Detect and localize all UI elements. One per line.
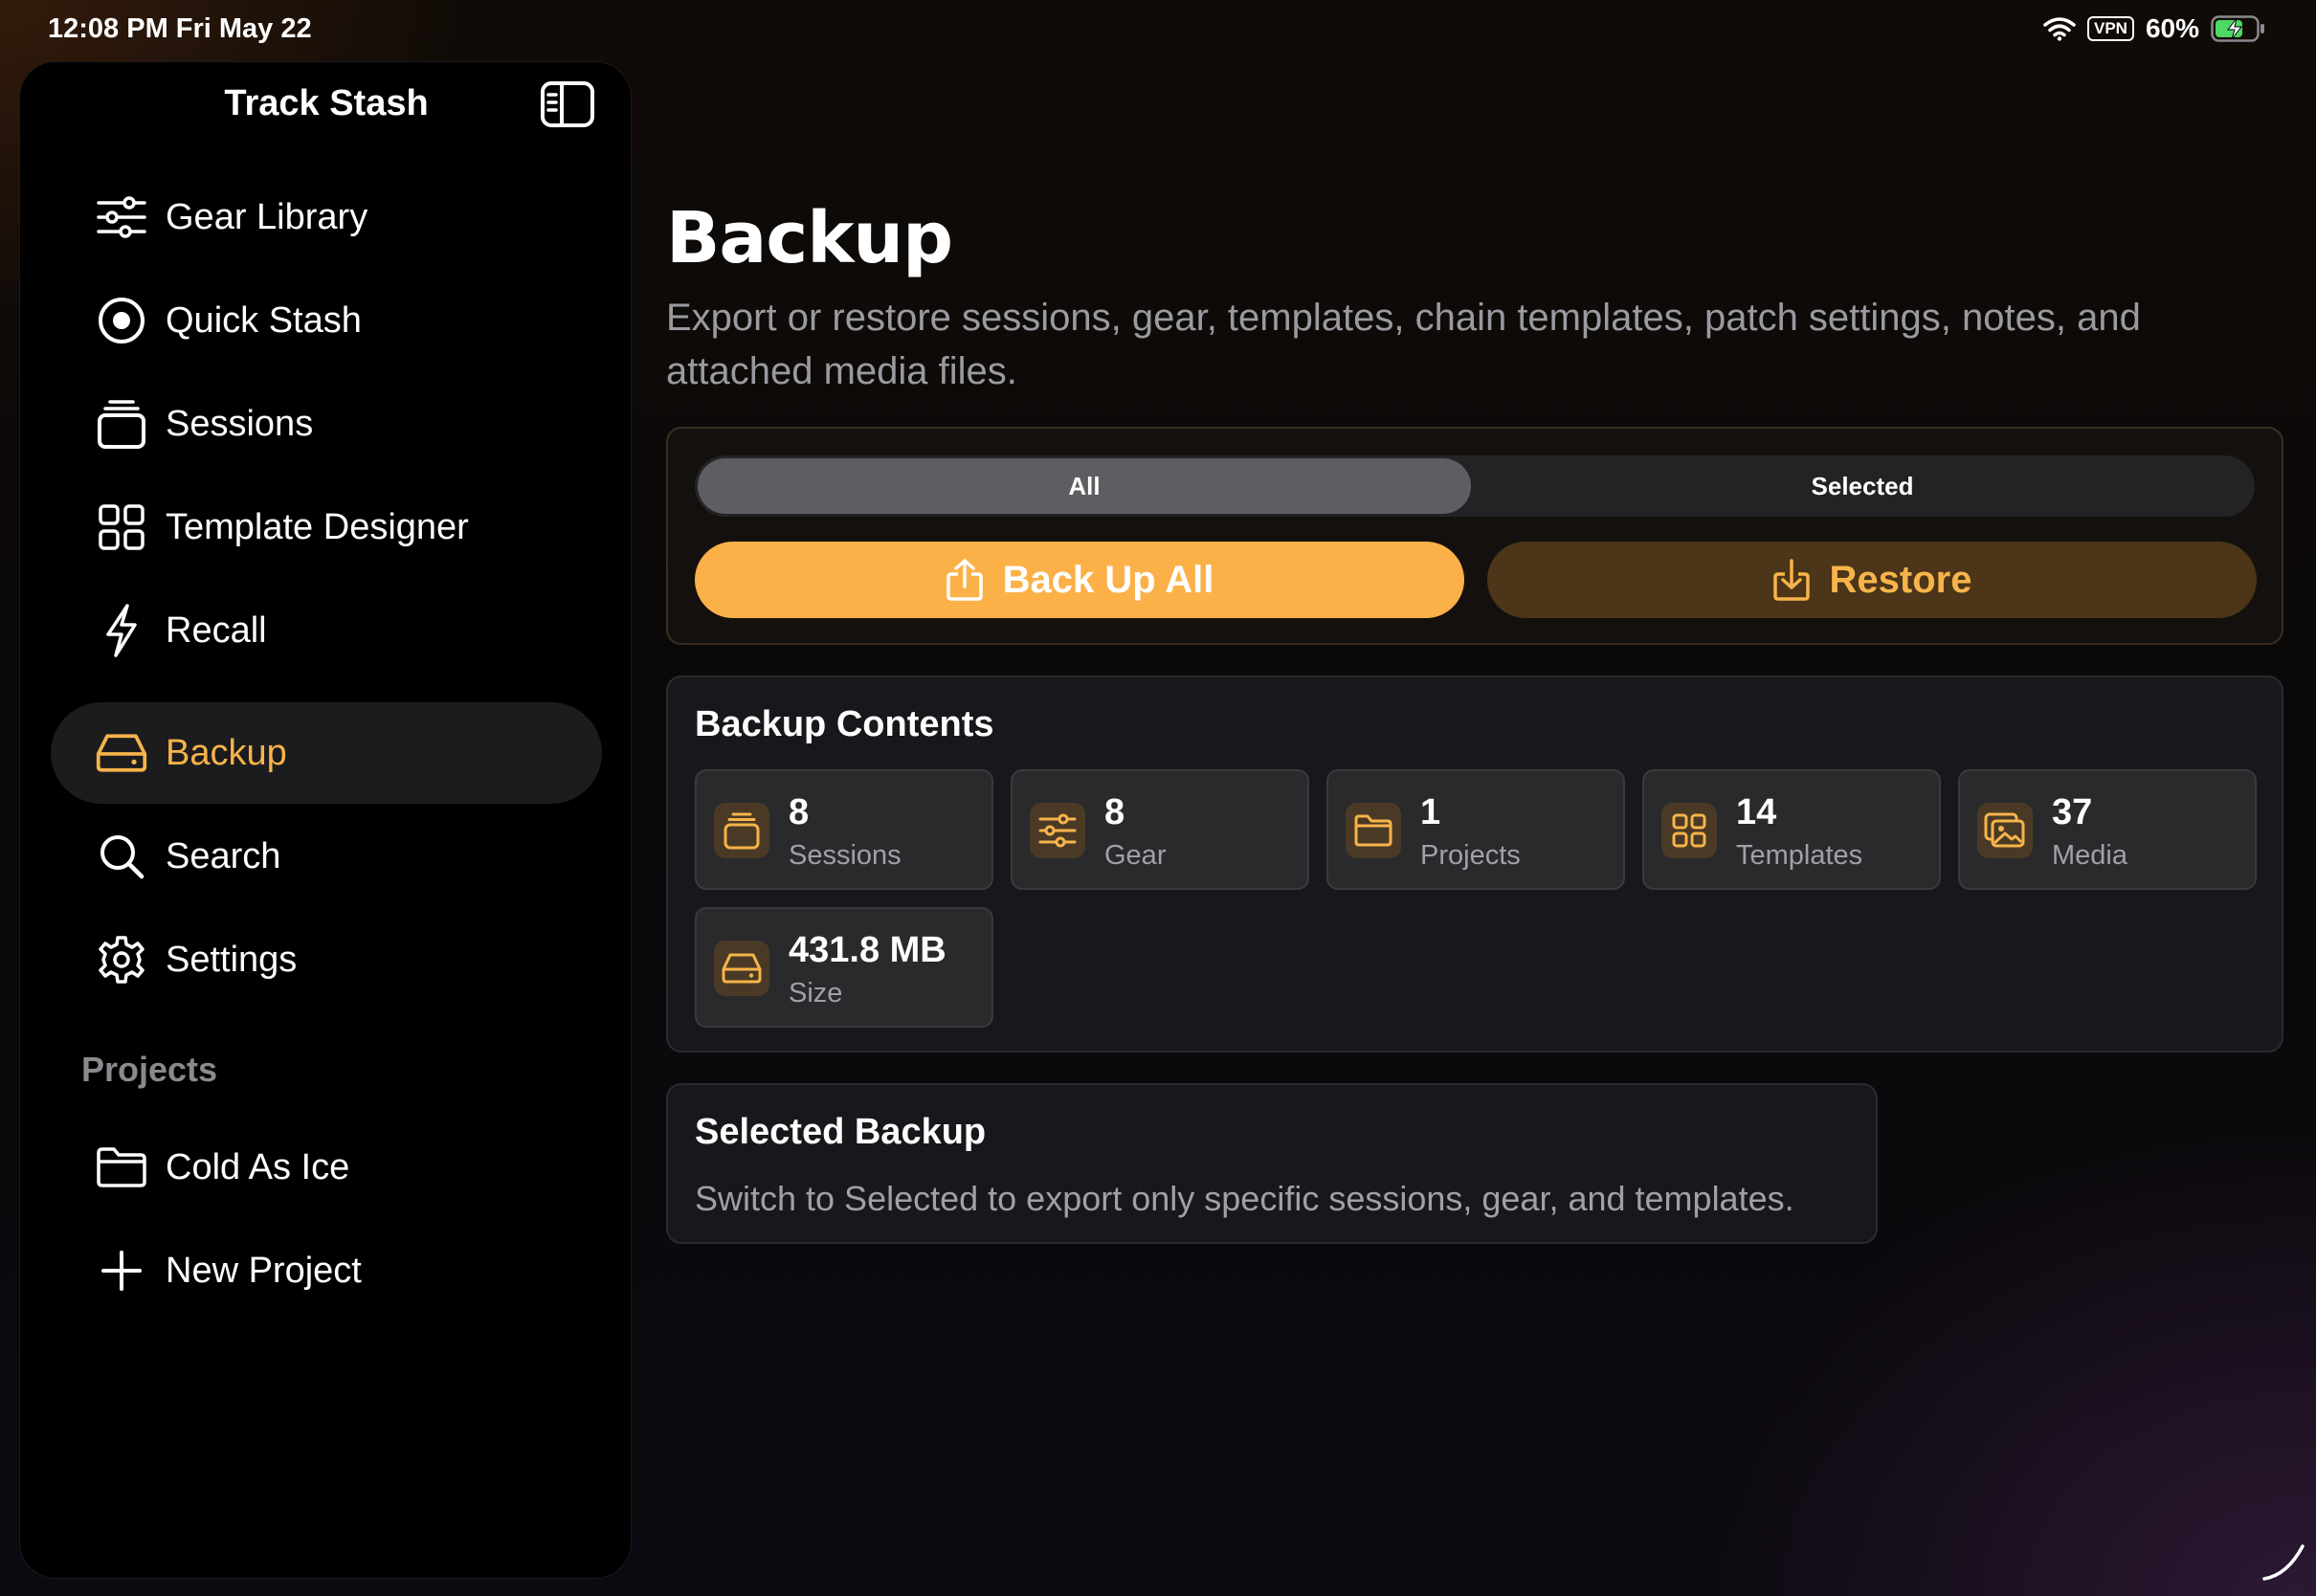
battery-icon (2211, 15, 2264, 42)
plus-icon (95, 1244, 148, 1297)
selected-backup-heading: Selected Backup (695, 1112, 987, 1152)
status-bar: 12:08 PM Fri May 22 VPN 60% (0, 0, 2316, 59)
sidebar-item-gear-library[interactable]: Gear Library (51, 166, 602, 268)
gear-icon (95, 933, 148, 986)
folder-icon (1346, 803, 1401, 858)
vpn-badge: VPN (2086, 16, 2134, 41)
segment-selected[interactable]: Selected (1476, 458, 2249, 514)
stat-card-sessions: 8 Sessions (695, 769, 993, 890)
sidebar-project-cold-as-ice[interactable]: Cold As Ice (51, 1117, 602, 1218)
backup-contents-heading: Backup Contents (695, 704, 994, 744)
sidebar-item-sessions[interactable]: Sessions (51, 373, 602, 475)
sliders-icon (1030, 803, 1085, 858)
status-indicators: VPN 60% (2043, 13, 2266, 44)
stat-card-gear: 8 Gear (1011, 769, 1309, 890)
corner-gesture-icon (2262, 1544, 2305, 1581)
restore-label: Restore (1829, 558, 1972, 601)
sidebar-item-label: Gear Library (166, 196, 368, 237)
stat-card-templates: 14 Templates (1642, 769, 1941, 890)
stat-label: Size (789, 978, 843, 1009)
grid-icon (95, 500, 148, 554)
stack-icon (95, 397, 148, 451)
sidebar-item-search[interactable]: Search (51, 806, 602, 907)
photos-icon (1977, 803, 2033, 858)
backup-action-panel: All Selected Back Up All Restore (666, 427, 2283, 645)
sidebar-item-label: New Project (166, 1250, 362, 1291)
restore-button[interactable]: Restore (1487, 542, 2257, 618)
stat-value: 8 (1104, 792, 1125, 832)
share-upload-icon (946, 559, 983, 601)
record-circle-icon (95, 294, 148, 347)
download-tray-icon (1772, 559, 1810, 601)
stat-label: Templates (1736, 840, 1863, 871)
segment-all[interactable]: All (698, 458, 1471, 514)
stat-value: 1 (1420, 792, 1441, 832)
new-project-button[interactable]: New Project (51, 1220, 602, 1321)
stat-label: Gear (1104, 840, 1167, 871)
selected-backup-panel: Selected Backup Switch to Selected to ex… (666, 1083, 1878, 1244)
stat-card-size: 431.8 MB Size (695, 907, 993, 1028)
drive-icon (95, 726, 148, 780)
search-icon (95, 830, 148, 883)
sidebar-toggle-icon (541, 81, 594, 127)
sidebar-item-label: Recall (166, 610, 267, 651)
sliders-icon (95, 190, 148, 244)
stat-value: 8 (789, 792, 810, 832)
sidebar-item-label: Settings (166, 939, 298, 980)
sidebar-item-label: Backup (166, 732, 287, 773)
stat-card-media: 37 Media (1958, 769, 2257, 890)
backup-contents-panel: Backup Contents 8 Sessions 8 Gear 1 Proj… (666, 676, 2283, 1053)
stat-label: Projects (1420, 840, 1521, 871)
sidebar-item-quick-stash[interactable]: Quick Stash (51, 270, 602, 371)
page-title: Backup (666, 197, 953, 279)
sidebar-item-template-designer[interactable]: Template Designer (51, 477, 602, 578)
back-up-all-label: Back Up All (1002, 558, 1214, 601)
selected-backup-description: Switch to Selected to export only specif… (695, 1179, 1794, 1218)
sidebar-item-label: Sessions (166, 403, 314, 444)
projects-section-header: Projects (81, 1050, 218, 1089)
sidebar-item-backup[interactable]: Backup (51, 702, 602, 804)
sidebar-item-settings[interactable]: Settings (51, 909, 602, 1010)
sidebar-item-label: Template Designer (166, 506, 469, 547)
stat-value: 37 (2052, 792, 2093, 832)
sidebar: Track Stash Gear Library Quick Stash Ses… (19, 61, 632, 1579)
page-subtitle: Export or restore sessions, gear, templa… (666, 297, 2141, 392)
sidebar-toggle-button[interactable] (539, 79, 596, 129)
stat-value: 431.8 MB (789, 930, 946, 970)
stat-label: Media (2052, 840, 2127, 871)
bolt-icon (95, 604, 148, 657)
grid-icon (1661, 803, 1717, 858)
drive-icon (714, 941, 769, 996)
folder-icon (95, 1141, 148, 1194)
backup-mode-segmented-control: All Selected (695, 455, 2255, 517)
sidebar-item-recall[interactable]: Recall (51, 580, 602, 681)
sidebar-item-label: Cold As Ice (166, 1146, 350, 1187)
wifi-icon (2043, 17, 2076, 41)
stat-label: Sessions (789, 840, 902, 871)
sidebar-item-label: Search (166, 835, 281, 876)
stat-value: 14 (1736, 792, 1777, 832)
battery-percentage: 60% (2145, 13, 2199, 43)
stat-card-projects: 1 Projects (1326, 769, 1625, 890)
back-up-all-button[interactable]: Back Up All (695, 542, 1464, 618)
sidebar-item-label: Quick Stash (166, 299, 362, 341)
stack-icon (714, 803, 769, 858)
status-time: 12:08 PM Fri May 22 (48, 13, 312, 44)
